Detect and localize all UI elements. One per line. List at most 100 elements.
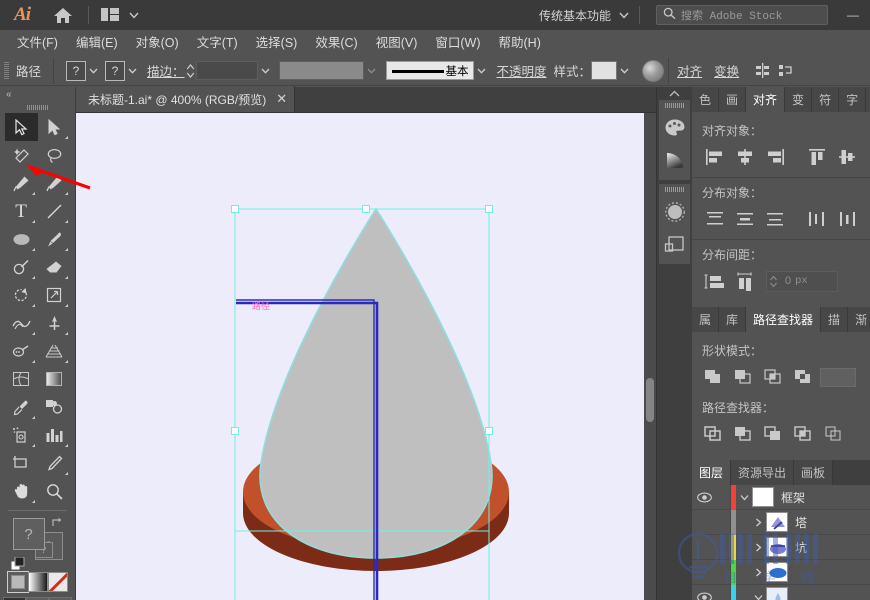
artboard-tool[interactable] [5,449,38,477]
direct-selection-tool[interactable] [38,113,71,141]
canvas-area[interactable]: 路径 [76,113,644,600]
eyedropper-tool[interactable] [5,393,38,421]
minimize-button[interactable]: — [842,0,864,30]
tab-gradient[interactable]: 渐 [848,307,870,332]
mesh-tool[interactable] [5,365,38,393]
arrange-objects-icon[interactable] [773,63,797,78]
unite-icon[interactable] [698,365,728,389]
stock-search-input[interactable]: 搜索 Adobe Stock [656,5,828,25]
pen-tool[interactable] [5,169,38,197]
tab-properties[interactable]: 属 [692,307,720,332]
fill-color-button[interactable]: ? [66,60,87,81]
home-icon[interactable] [44,0,82,30]
dock-group-grip[interactable] [659,100,690,111]
expand-button[interactable] [818,365,858,389]
dock-expand-button[interactable] [657,87,692,100]
canvas-vertical-scrollbar[interactable] [644,113,656,600]
lock-cell[interactable] [716,484,731,510]
shaper-tool[interactable] [5,253,38,281]
distribute-vertical-top-icon[interactable] [700,207,730,231]
merge-icon[interactable] [758,422,788,446]
distribute-horizontal-left-icon[interactable] [802,207,832,231]
layer-twisty[interactable] [736,494,752,501]
layer-twisty[interactable] [750,594,766,600]
arrange-chevron-down-icon[interactable] [125,0,143,30]
artboards-panel-icon[interactable] [659,228,690,261]
type-tool[interactable]: T [5,197,38,225]
stroke-weight-chevron-down-icon[interactable] [258,61,273,81]
style-chevron-down-icon[interactable] [617,61,632,81]
blend-tool[interactable] [38,393,71,421]
tab-swatches[interactable]: 画 [719,87,747,112]
spacing-stepper-icon[interactable] [767,274,780,289]
outline-icon[interactable] [818,422,848,446]
menu-item-type[interactable]: 文字(T) [188,30,247,56]
tab-libraries[interactable]: 库 [719,307,747,332]
close-icon[interactable]: ✕ [276,91,287,107]
control-bar-grip[interactable] [4,61,9,80]
menu-item-help[interactable]: 帮助(H) [490,30,550,56]
gradient-button[interactable] [27,572,48,592]
tab-color[interactable]: 色 [692,87,720,112]
align-right-icon[interactable] [760,145,790,169]
symbol-sprayer-tool[interactable] [5,421,38,449]
more-options-icon[interactable] [751,63,773,78]
variable-width-profile-input[interactable] [278,61,364,80]
graphic-style-swatch[interactable] [591,61,618,80]
workspace-switcher[interactable]: 传统基本功能 [539,7,615,24]
perspective-grid-tool[interactable] [38,337,71,365]
visibility-eye-icon[interactable] [692,492,716,503]
distribute-vertical-bottom-icon[interactable] [760,207,790,231]
menu-item-window[interactable]: 窗口(W) [426,30,489,56]
horizontal-distribute-space-icon[interactable] [730,269,760,293]
swap-fill-stroke-icon[interactable] [50,517,63,532]
minus-front-icon[interactable] [728,365,758,389]
flat-color-button[interactable] [6,571,29,593]
layer-name[interactable]: 坑 [788,539,807,556]
table-row[interactable] [692,559,870,585]
default-fill-stroke-icon[interactable] [10,556,24,571]
exclude-icon[interactable] [788,365,818,389]
line-segment-tool[interactable] [38,197,71,225]
transform-panel-link[interactable]: 变换 [714,61,739,80]
visibility-eye-icon[interactable] [692,592,716,600]
scale-tool[interactable] [38,281,71,309]
tools-panel-grip[interactable] [0,101,75,113]
tab-transform[interactable]: 变 [785,87,813,112]
tab-paragraph[interactable]: 段 [866,87,870,112]
lasso-tool[interactable] [38,141,71,169]
tab-pathfinder[interactable]: 路径查找器 [746,307,822,332]
menu-item-object[interactable]: 对象(O) [127,30,188,56]
crop-icon[interactable] [788,422,818,446]
spacing-value-input[interactable]: 0 px [766,270,838,292]
magic-wand-tool[interactable] [5,141,38,169]
brush-definition-chevron-down-icon[interactable] [474,61,489,81]
table-row[interactable]: 坑 [692,534,870,560]
align-panel-link[interactable]: 对齐 [677,61,702,80]
menu-item-view[interactable]: 视图(V) [367,30,427,56]
lock-cell[interactable] [716,509,731,535]
document-tab[interactable]: 未标题-1.ai* @ 400% (RGB/预览) ✕ [76,86,296,112]
variable-width-chevron-down-icon[interactable] [364,61,379,81]
align-top-icon[interactable] [802,145,832,169]
gradient-panel-icon[interactable] [659,144,690,177]
layer-twisty[interactable] [750,543,766,552]
layer-twisty[interactable] [750,568,766,577]
stroke-weight-stepper[interactable] [185,61,196,81]
tab-stroke[interactable]: 描 [821,307,849,332]
stroke-weight-input[interactable] [195,61,258,80]
tab-layers[interactable]: 图层 [692,460,732,485]
scrollbar-thumb[interactable] [646,378,654,422]
distribute-vertical-center-icon[interactable] [730,207,760,231]
stroke-color-button[interactable]: ? [105,60,126,81]
menu-item-edit[interactable]: 编辑(E) [67,30,127,56]
tab-align[interactable]: 对齐 [746,87,786,112]
appearance-panel-icon[interactable] [659,195,690,228]
fill-chevron-down-icon[interactable] [86,61,101,81]
align-horizontal-center-icon[interactable] [730,145,760,169]
intersect-icon[interactable] [758,365,788,389]
slice-tool[interactable] [38,449,71,477]
tab-artboards[interactable]: 画板 [794,460,834,485]
layer-name[interactable]: 框架 [774,489,805,506]
none-color-button[interactable] [47,572,68,592]
